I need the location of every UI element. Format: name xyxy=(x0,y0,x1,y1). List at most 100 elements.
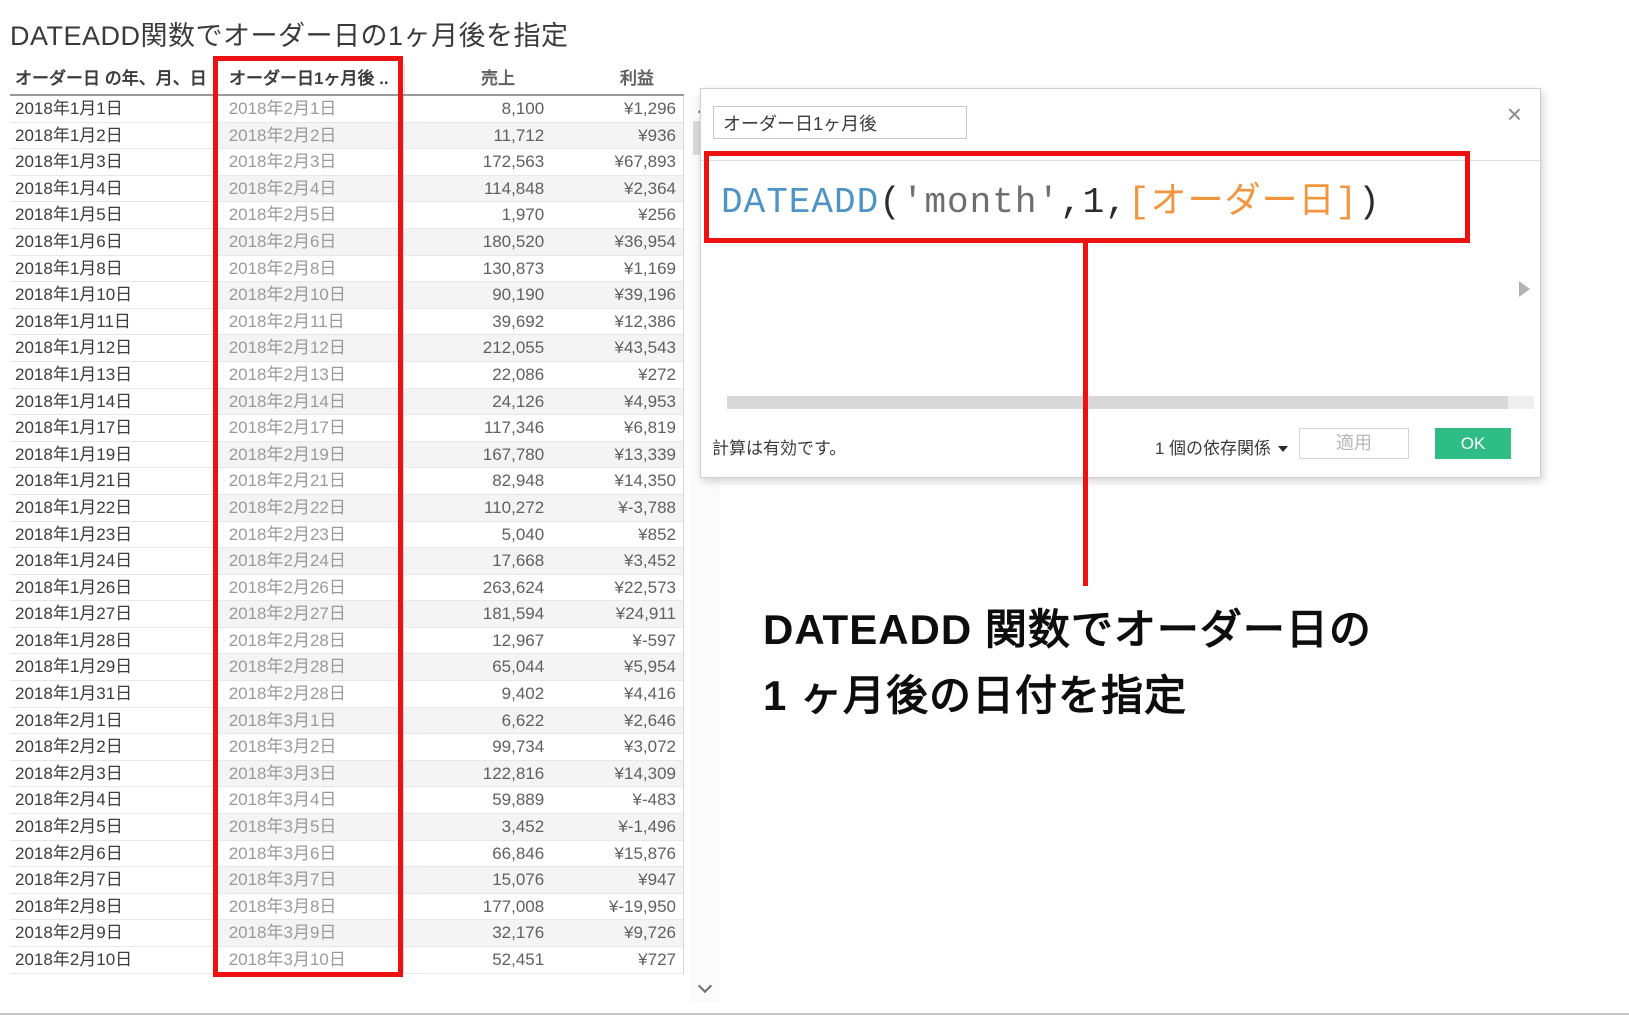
order-date-cell: 2018年2月6日 xyxy=(10,841,217,867)
table-row[interactable]: 2018年2月10日2018年3月10日52,451¥727 xyxy=(10,947,683,974)
profit-cell: ¥2,646 xyxy=(552,708,683,734)
table-row[interactable]: 2018年1月10日2018年2月10日90,190¥39,196 xyxy=(10,282,683,309)
next-month-cell: 2018年2月17日 xyxy=(217,415,405,441)
next-month-cell: 2018年2月27日 xyxy=(217,601,405,627)
table-row[interactable]: 2018年2月4日2018年3月4日59,889¥-483 xyxy=(10,787,683,814)
table-row[interactable]: 2018年1月12日2018年2月12日212,055¥43,543 xyxy=(10,335,683,362)
table-row[interactable]: 2018年1月4日2018年2月4日114,848¥2,364 xyxy=(10,176,683,203)
order-date-cell: 2018年2月2日 xyxy=(10,734,217,760)
table-row[interactable]: 2018年1月11日2018年2月11日39,692¥12,386 xyxy=(10,309,683,336)
order-date-cell: 2018年1月6日 xyxy=(10,229,217,255)
apply-button[interactable]: 適用 xyxy=(1299,428,1409,459)
order-date-cell: 2018年1月10日 xyxy=(10,282,217,308)
table-row[interactable]: 2018年1月19日2018年2月19日167,780¥13,339 xyxy=(10,442,683,469)
next-month-cell: 2018年2月5日 xyxy=(217,202,405,228)
column-header-next-month[interactable]: オーダー日1ヶ月後 .. xyxy=(217,64,405,94)
order-date-cell: 2018年2月1日 xyxy=(10,708,217,734)
next-month-cell: 2018年2月12日 xyxy=(217,335,405,361)
table-row[interactable]: 2018年1月29日2018年2月28日65,044¥5,954 xyxy=(10,654,683,681)
sales-cell: 24,126 xyxy=(404,389,552,415)
column-header-order-date[interactable]: オーダー日 の年、月、日 xyxy=(10,64,217,94)
formula-text[interactable]: DATEADD('month',1,[オーダー日]) xyxy=(721,171,1381,223)
table-row[interactable]: 2018年1月27日2018年2月27日181,594¥24,911 xyxy=(10,601,683,628)
order-date-cell: 2018年1月19日 xyxy=(10,442,217,468)
profit-cell: ¥4,416 xyxy=(552,681,683,707)
table-row[interactable]: 2018年2月6日2018年3月6日66,846¥15,876 xyxy=(10,841,683,868)
calculation-name-input[interactable] xyxy=(713,106,967,139)
profit-cell: ¥2,364 xyxy=(552,176,683,202)
next-month-cell: 2018年2月21日 xyxy=(217,468,405,494)
column-header-sales[interactable]: 売上 xyxy=(405,64,553,94)
annotation-text: DATEADD 関数でオーダー日の 1 ヶ月後の日付を指定 xyxy=(763,597,1372,729)
table-row[interactable]: 2018年1月13日2018年2月13日22,086¥272 xyxy=(10,362,683,389)
next-month-cell: 2018年2月6日 xyxy=(217,229,405,255)
profit-cell: ¥14,309 xyxy=(552,761,683,787)
table-row[interactable]: 2018年2月7日2018年3月7日15,076¥947 xyxy=(10,867,683,894)
profit-cell: ¥13,339 xyxy=(552,442,683,468)
table-row[interactable]: 2018年1月23日2018年2月23日5,040¥852 xyxy=(10,522,683,549)
table-row[interactable]: 2018年1月3日2018年2月3日172,563¥67,893 xyxy=(10,149,683,176)
profit-cell: ¥852 xyxy=(552,522,683,548)
sales-cell: 65,044 xyxy=(404,654,552,680)
sales-cell: 82,948 xyxy=(404,468,552,494)
next-month-cell: 2018年2月14日 xyxy=(217,389,405,415)
sales-cell: 114,848 xyxy=(404,176,552,202)
next-month-cell: 2018年2月22日 xyxy=(217,495,405,521)
profit-cell: ¥3,452 xyxy=(552,548,683,574)
dependency-dropdown[interactable]: 1 個の依存関係 xyxy=(1155,434,1288,459)
table-row[interactable]: 2018年2月9日2018年3月9日32,176¥9,726 xyxy=(10,920,683,947)
profit-cell: ¥256 xyxy=(552,202,683,228)
next-month-cell: 2018年2月19日 xyxy=(217,442,405,468)
formula-separator xyxy=(701,160,1540,161)
table-row[interactable]: 2018年1月14日2018年2月14日24,126¥4,953 xyxy=(10,389,683,416)
profit-cell: ¥4,953 xyxy=(552,389,683,415)
formula-resize-thumb[interactable] xyxy=(727,396,1508,409)
column-header-profit[interactable]: 利益 xyxy=(553,64,684,94)
sales-cell: 110,272 xyxy=(404,495,552,521)
table-row[interactable]: 2018年1月2日2018年2月2日11,712¥936 xyxy=(10,123,683,150)
next-month-cell: 2018年2月26日 xyxy=(217,575,405,601)
table-row[interactable]: 2018年1月31日2018年2月28日9,402¥4,416 xyxy=(10,681,683,708)
profit-cell: ¥-1,496 xyxy=(552,814,683,840)
order-date-cell: 2018年1月26日 xyxy=(10,575,217,601)
table-row[interactable]: 2018年1月5日2018年2月5日1,970¥256 xyxy=(10,202,683,229)
close-icon[interactable]: × xyxy=(1507,101,1522,127)
table-row[interactable]: 2018年1月22日2018年2月22日110,272¥-3,788 xyxy=(10,495,683,522)
profit-cell: ¥-3,788 xyxy=(552,495,683,521)
profit-cell: ¥272 xyxy=(552,362,683,388)
expand-arrow-icon[interactable] xyxy=(1519,281,1530,297)
sales-cell: 8,100 xyxy=(404,96,552,122)
profit-cell: ¥43,543 xyxy=(552,335,683,361)
next-month-cell: 2018年2月24日 xyxy=(217,548,405,574)
table-row[interactable]: 2018年2月3日2018年3月3日122,816¥14,309 xyxy=(10,761,683,788)
next-month-cell: 2018年2月1日 xyxy=(217,96,405,122)
table-row[interactable]: 2018年2月2日2018年3月2日99,734¥3,072 xyxy=(10,734,683,761)
table-row[interactable]: 2018年1月8日2018年2月8日130,873¥1,169 xyxy=(10,256,683,283)
profit-cell: ¥-483 xyxy=(552,787,683,813)
table-row[interactable]: 2018年2月8日2018年3月8日177,008¥-19,950 xyxy=(10,894,683,921)
sales-cell: 9,402 xyxy=(404,681,552,707)
table-row[interactable]: 2018年1月21日2018年2月21日82,948¥14,350 xyxy=(10,468,683,495)
table-row[interactable]: 2018年1月28日2018年2月28日12,967¥-597 xyxy=(10,628,683,655)
data-table: オーダー日 の年、月、日 オーダー日1ヶ月後 .. 売上 利益 2018年1月1… xyxy=(10,64,684,974)
table-row[interactable]: 2018年1月26日2018年2月26日263,624¥22,573 xyxy=(10,575,683,602)
table-row[interactable]: 2018年1月17日2018年2月17日117,346¥6,819 xyxy=(10,415,683,442)
next-month-cell: 2018年3月4日 xyxy=(217,787,405,813)
formula-resize-track[interactable] xyxy=(727,396,1534,409)
profit-cell: ¥67,893 xyxy=(552,149,683,175)
table-row[interactable]: 2018年1月1日2018年2月1日8,100¥1,296 xyxy=(10,96,683,123)
annotation-line2: 1 ヶ月後の日付を指定 xyxy=(763,663,1372,729)
table-row[interactable]: 2018年1月24日2018年2月24日17,668¥3,452 xyxy=(10,548,683,575)
sales-cell: 52,451 xyxy=(404,947,552,973)
table-row[interactable]: 2018年2月5日2018年3月5日3,452¥-1,496 xyxy=(10,814,683,841)
profit-cell: ¥39,196 xyxy=(552,282,683,308)
ok-button[interactable]: OK xyxy=(1435,428,1511,459)
order-date-cell: 2018年2月4日 xyxy=(10,787,217,813)
formula-token: ,1, xyxy=(1060,182,1128,223)
sales-cell: 5,040 xyxy=(404,522,552,548)
order-date-cell: 2018年1月8日 xyxy=(10,256,217,282)
scroll-down-icon[interactable] xyxy=(698,979,712,993)
table-row[interactable]: 2018年2月1日2018年3月1日6,622¥2,646 xyxy=(10,708,683,735)
table-row[interactable]: 2018年1月6日2018年2月6日180,520¥36,954 xyxy=(10,229,683,256)
order-date-cell: 2018年2月8日 xyxy=(10,894,217,920)
